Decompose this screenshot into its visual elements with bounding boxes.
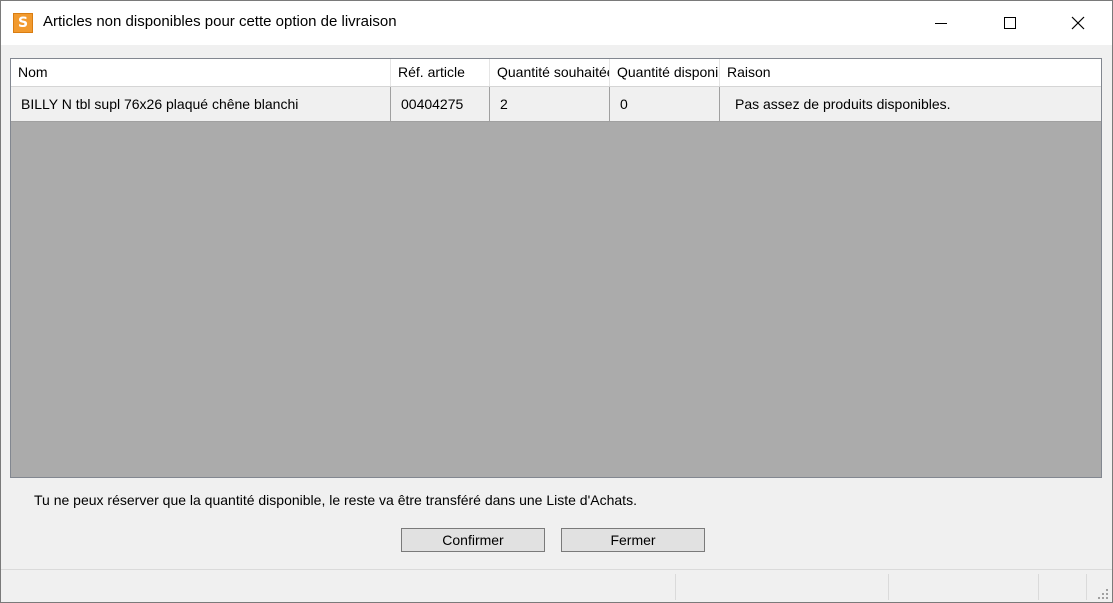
grid-header: Nom Réf. article Quantité souhaitée Quan… (11, 59, 1101, 87)
minimize-icon (935, 22, 947, 24)
status-divider (888, 574, 889, 600)
cell-reason[interactable]: Pas assez de produits disponibles. (720, 87, 1101, 121)
info-message: Tu ne peux réserver que la quantité disp… (34, 492, 637, 508)
window-title: Articles non disponibles pour cette opti… (43, 13, 397, 30)
dialog-window: S Articles non disponibles pour cette op… (0, 0, 1113, 603)
column-header-qty-available[interactable]: Quantité disponible (610, 59, 720, 86)
unavailable-items-grid[interactable]: Nom Réf. article Quantité souhaitée Quan… (10, 58, 1102, 478)
cell-nom[interactable]: BILLY N tbl supl 76x26 plaqué chêne blan… (11, 87, 391, 121)
resize-grip-icon[interactable] (1096, 587, 1108, 599)
column-header-nom[interactable]: Nom (11, 59, 391, 86)
close-button[interactable]: Fermer (561, 528, 705, 552)
cell-ref[interactable]: 00404275 (391, 87, 490, 121)
column-header-ref[interactable]: Réf. article (391, 59, 490, 86)
close-window-button[interactable] (1055, 1, 1101, 45)
minimize-button[interactable] (918, 1, 964, 45)
confirm-button[interactable]: Confirmer (401, 528, 545, 552)
status-divider (1086, 574, 1087, 600)
maximize-icon (1004, 17, 1016, 29)
status-bar (1, 569, 1112, 602)
column-header-reason[interactable]: Raison (720, 59, 1101, 86)
cell-qty-available[interactable]: 0 (610, 87, 720, 121)
status-divider (1038, 574, 1039, 600)
maximize-button[interactable] (987, 1, 1033, 45)
app-icon: S (13, 13, 33, 33)
cell-qty-wanted[interactable]: 2 (490, 87, 610, 121)
column-header-qty-wanted[interactable]: Quantité souhaitée (490, 59, 610, 86)
status-divider (675, 574, 676, 600)
table-row[interactable]: BILLY N tbl supl 76x26 plaqué chêne blan… (11, 87, 1101, 122)
close-icon (1071, 16, 1085, 30)
title-bar[interactable]: S Articles non disponibles pour cette op… (1, 1, 1112, 45)
